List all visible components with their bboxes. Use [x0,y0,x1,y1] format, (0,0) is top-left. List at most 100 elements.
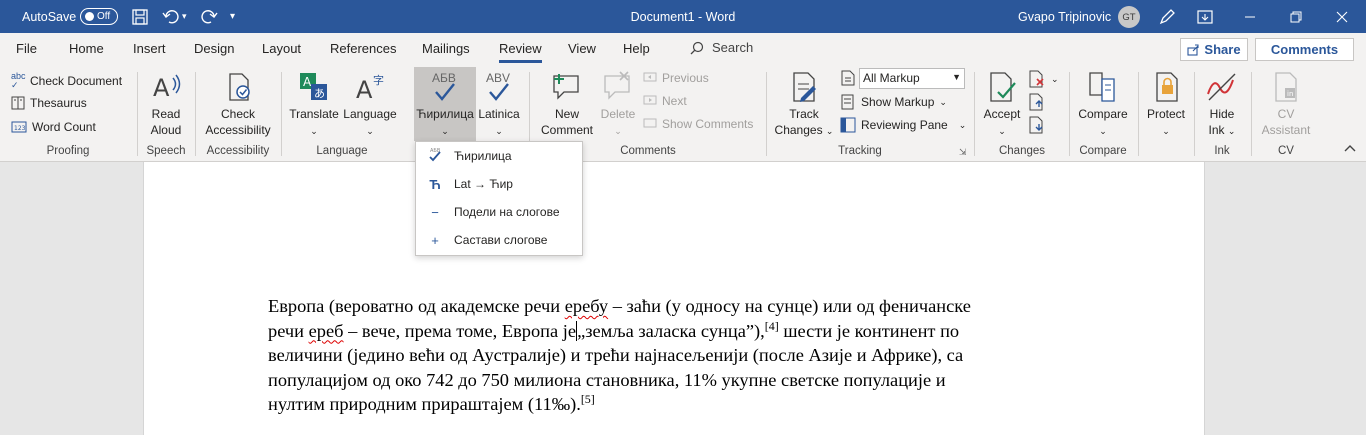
minimize-icon[interactable] [1230,0,1270,33]
new-comment-button[interactable]: New Comment [536,70,598,138]
word-count-button[interactable]: 123 Word Count [11,120,96,134]
misspelled-word[interactable]: ереб [309,321,344,341]
separator [195,72,196,156]
tab-mailings[interactable]: Mailings [422,41,470,56]
misspelled-word[interactable]: еребу [565,296,608,316]
comments-button[interactable]: Comments [1255,38,1354,61]
delete-comment-label: Delete [600,107,636,121]
track-changes-dropdown-icon: ⌄ [825,126,834,136]
document-body[interactable]: Европа (вероватно од академске речи ереб… [268,294,1088,417]
document-page[interactable]: Европа (вероватно од академске речи ереб… [143,162,1205,435]
show-comments-button[interactable]: Show Comments [643,117,753,131]
translate-button[interactable]: Aあ Translate ⌄ [287,70,341,139]
delete-comment-button[interactable]: Delete ⌄ [598,70,638,139]
delete-comment-icon [604,71,630,100]
cv-group-label: CV [1278,145,1294,157]
customize-qat-icon[interactable]: ▾ [230,0,235,33]
tab-layout[interactable]: Layout [262,41,301,56]
next-comment-button[interactable]: Next [643,94,687,108]
delete-dropdown-icon: ⌄ [614,126,622,136]
autosave-toggle[interactable]: Off [80,8,118,25]
dropdown-item-join-syllables[interactable]: + Састави слогове [416,226,582,254]
cv-assistant-label-1: CV [1277,107,1295,121]
cyrillic-letter-icon: Ћ [429,176,441,192]
dropdown-item-split-syllables[interactable]: − Подели на слогове [416,198,582,226]
check-document-button[interactable]: abc ✓ Check Document [11,72,122,90]
latinica-button[interactable]: ABV Latinica ⌄ [476,70,522,139]
svg-text:123: 123 [14,125,26,132]
close-icon[interactable] [1322,0,1362,33]
reject-button[interactable]: ⌄ [1028,70,1059,88]
cyrillic-button[interactable]: АБВ Ћирилица ⌄ [414,70,476,139]
tab-view[interactable]: View [568,41,596,56]
cv-assistant-label-2: Assistant [1261,123,1311,137]
hide-ink-button[interactable]: Hide Ink ⌄ [1199,70,1245,139]
check-accessibility-button[interactable]: Check Accessibility [201,70,275,138]
protect-button[interactable]: Protect ⌄ [1143,70,1189,139]
lock-icon [1156,72,1178,102]
separator [137,72,138,156]
changes-group-label: Changes [998,145,1046,157]
check-cyrillic-icon: АБВ [416,147,454,166]
redo-icon[interactable] [200,0,218,33]
plus-icon: + [431,232,439,248]
undo-icon[interactable] [162,0,180,33]
language-button[interactable]: A字 Language ⌄ [342,70,398,139]
show-markup-label: Show Markup [861,95,935,109]
read-aloud-label-2: Aloud [150,123,182,137]
document-area[interactable]: Европа (вероватно од академске речи ереб… [0,162,1366,435]
previous-comment-button[interactable]: Previous [643,71,709,85]
read-aloud-button[interactable]: A Read Aloud [143,70,189,138]
dropdown-item-label: Lat → Ћир [454,177,513,191]
cv-assistant-button[interactable]: in CV Assistant [1256,70,1316,138]
avatar[interactable]: GT [1118,6,1140,28]
read-aloud-icon: A [153,74,181,102]
tab-help[interactable]: Help [623,41,650,56]
tracking-options-launcher-icon[interactable]: ⇲ [959,147,967,158]
svg-text:A: A [153,74,170,102]
search-box[interactable]: Search [690,40,753,55]
language-dropdown-icon: ⌄ [366,126,374,136]
pen-icon[interactable] [1158,0,1176,33]
tab-references[interactable]: References [330,41,396,56]
accept-button[interactable]: Accept ⌄ [980,70,1024,139]
reviewing-pane-button[interactable]: Reviewing Pane ⌄ [840,117,966,133]
reviewing-pane-icon [840,117,856,133]
dropdown-item-lat-to-cyr[interactable]: Ћ Lat → Ћир [416,170,582,198]
undo-dropdown-icon[interactable]: ▾ [182,0,187,33]
compare-dropdown-icon: ⌄ [1099,126,1107,136]
show-markup-button[interactable]: Show Markup ⌄ [840,94,947,110]
user-name[interactable]: Gvapo Tripinovic [1018,0,1111,33]
tab-insert[interactable]: Insert [133,41,166,56]
check-accessibility-label-1: Check [220,107,255,121]
tab-home[interactable]: Home [69,41,104,56]
ribbon-display-icon[interactable] [1197,0,1213,33]
previous-comment-icon [643,72,657,82]
separator [766,72,767,156]
next-change-button[interactable] [1028,116,1046,134]
share-button[interactable]: Share [1180,38,1248,61]
reference-5[interactable]: [5] [581,392,595,406]
track-changes-button[interactable]: Track Changes ⌄ [772,70,836,139]
latinica-icon: ABV [476,70,522,104]
previous-change-button[interactable] [1028,93,1046,111]
reference-4[interactable]: [4] [765,319,779,333]
thesaurus-button[interactable]: Thesaurus [11,96,87,110]
dropdown-item-cyrillic[interactable]: АБВ Ћирилица [416,142,582,170]
tab-review[interactable]: Review [499,41,542,63]
hide-ink-label-2: Ink [1208,123,1225,137]
display-for-review-select[interactable]: All Markup ▼ [859,68,965,89]
hide-ink-dropdown-icon: ⌄ [1227,126,1236,136]
svg-text:A: A [356,76,373,104]
tab-file[interactable]: File [16,41,37,56]
dropdown-item-label: Подели на слогове [454,205,560,219]
tab-design[interactable]: Design [194,41,234,56]
restore-icon[interactable] [1276,0,1316,33]
check-accessibility-label-2: Accessibility [205,123,271,137]
save-icon[interactable] [131,0,149,33]
collapse-ribbon-icon[interactable] [1343,142,1357,156]
compare-button[interactable]: Compare ⌄ [1074,70,1132,139]
reject-icon [1029,70,1044,88]
cyrillic-icon: АБВ [414,70,476,104]
show-comments-label: Show Comments [662,117,754,131]
